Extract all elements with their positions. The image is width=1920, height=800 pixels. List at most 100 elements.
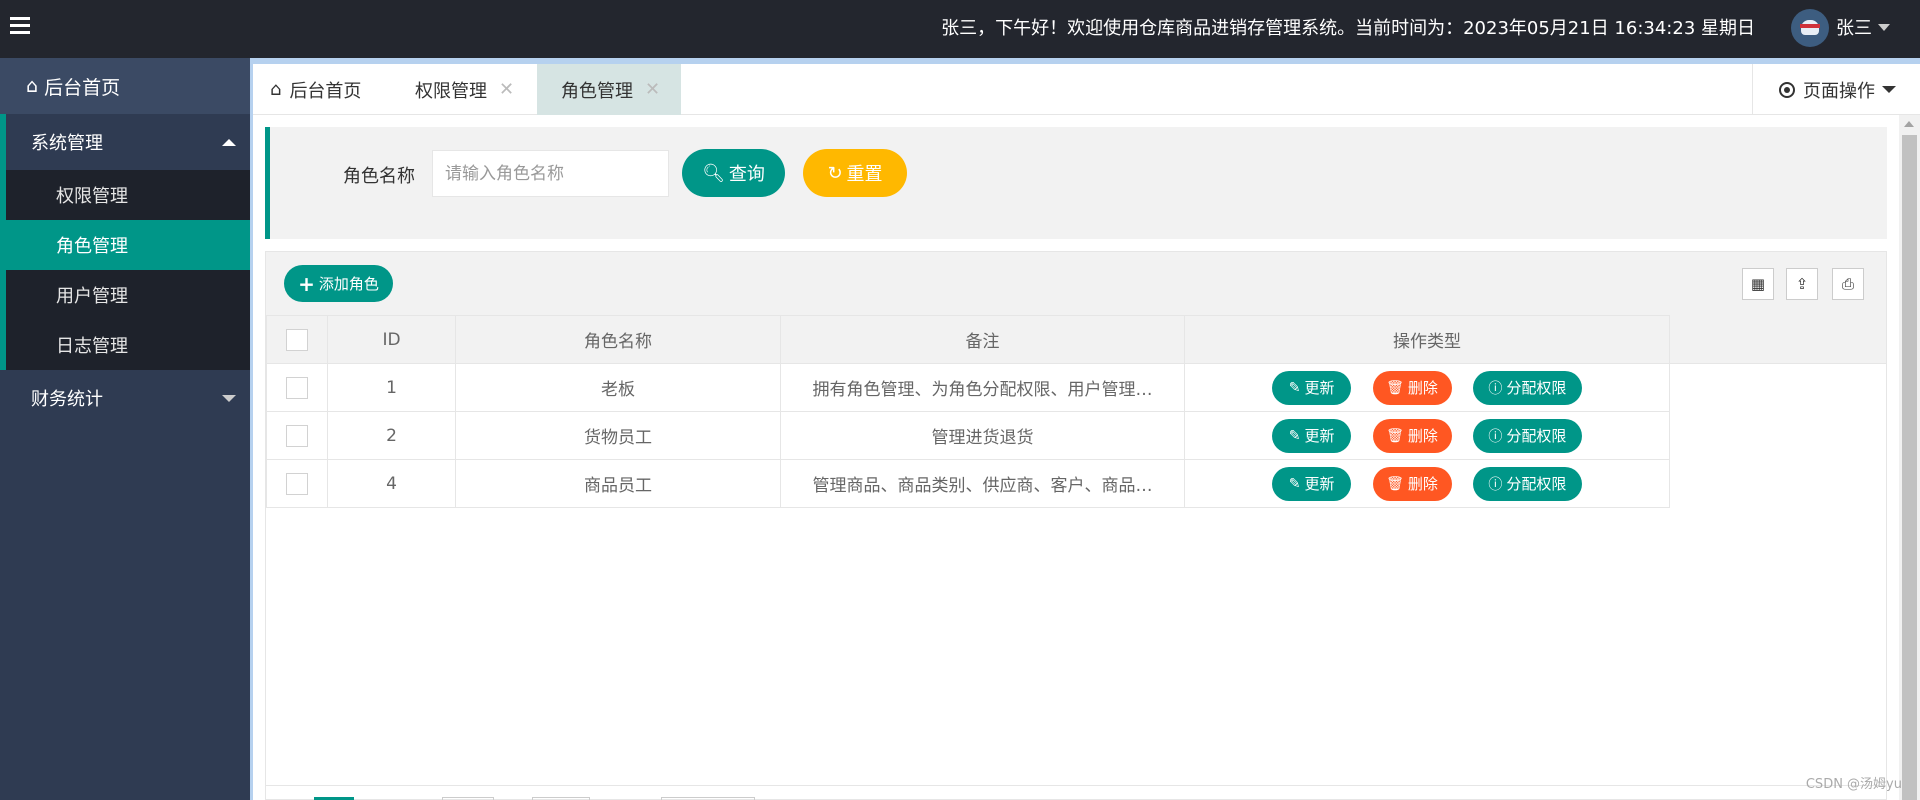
remark-cell: 管理进货退货 xyxy=(780,411,1185,460)
assign-permission-button[interactable]: ⓘ 分配权限 xyxy=(1472,466,1582,501)
add-role-button[interactable]: + 添加角色 xyxy=(284,265,393,302)
sidebar-item-permissions[interactable]: 权限管理 xyxy=(0,170,250,220)
sidebar-item-label: 用户管理 xyxy=(56,286,128,307)
role-name-label: 角色名称 xyxy=(343,166,415,187)
tab-label: 后台首页 xyxy=(289,80,362,102)
menu-toggle-icon[interactable] xyxy=(10,17,30,35)
pencil-icon: ✎ xyxy=(1288,427,1301,444)
chevron-down-icon xyxy=(1882,86,1896,93)
roles-table: ID 角色名称 备注 操作类型 1 老板 拥有角色管理、为角色分配权限、用户管理… xyxy=(266,315,1670,508)
tab-permissions[interactable]: 权限管理 ✕ xyxy=(415,64,514,115)
welcome-message: 张三，下午好！欢迎使用仓库商品进销存管理系统。当前时间为：2023年05月21日… xyxy=(941,18,1755,39)
assign-permission-button[interactable]: ⓘ 分配权限 xyxy=(1472,418,1582,453)
chevron-down-icon xyxy=(222,395,236,402)
info-icon: ⓘ xyxy=(1488,476,1503,493)
tab-label: 权限管理 xyxy=(415,80,487,102)
vertical-scrollbar[interactable] xyxy=(1899,115,1920,800)
assign-permission-label: 分配权限 xyxy=(1506,475,1567,493)
trash-icon: 🗑︎ xyxy=(1386,427,1404,444)
tab-bar: ⌂ 后台首页 权限管理 ✕ 角色管理 ✕ 页面操作 xyxy=(253,64,1920,115)
pagination-divider xyxy=(266,785,1886,786)
role-name-cell: 商品员工 xyxy=(455,459,781,508)
watermark: CSDN @汤姆yu xyxy=(1805,777,1902,792)
export-icon[interactable]: ⇪ xyxy=(1786,268,1818,300)
role-name-search-input[interactable] xyxy=(432,150,669,197)
sidebar-group-system[interactable]: 系统管理 xyxy=(0,114,250,170)
delete-button[interactable]: 🗑︎ 删除 xyxy=(1372,418,1452,453)
top-header: 张三，下午好！欢迎使用仓库商品进销存管理系统。当前时间为：2023年05月21日… xyxy=(0,0,1920,58)
pencil-icon: ✎ xyxy=(1288,379,1301,396)
scroll-up-arrow-icon[interactable] xyxy=(1904,121,1914,127)
avatar[interactable] xyxy=(1791,9,1829,47)
chevron-down-icon[interactable] xyxy=(1878,24,1890,31)
column-header[interactable]: ID xyxy=(327,315,456,364)
assign-permission-label: 分配权限 xyxy=(1506,379,1567,397)
update-button[interactable]: ✎ 更新 xyxy=(1272,370,1352,405)
columns-filter-icon[interactable]: ▦ xyxy=(1742,268,1774,300)
id-cell: 2 xyxy=(327,411,456,460)
sidebar-item-home[interactable]: ⌂ 后台首页 xyxy=(0,58,250,114)
table-panel: + 添加角色 ▦ ⇪ ⎙ ID 角色名称 备注 操作类型 1 老板 拥有角色管理… xyxy=(265,251,1887,800)
sidebar-group-label: 系统管理 xyxy=(31,133,103,154)
id-cell: 4 xyxy=(327,459,456,508)
table-row: 2 货物员工 管理进货退货 ✎ 更新 🗑︎ 删除 ⓘ 分配权限 xyxy=(266,411,1670,460)
delete-button[interactable]: 🗑︎ 删除 xyxy=(1372,466,1452,501)
info-icon: ⓘ xyxy=(1488,380,1503,397)
role-name-cell: 老板 xyxy=(455,363,781,412)
sidebar-group-label: 财务统计 xyxy=(31,389,103,410)
row-select-cell xyxy=(266,459,328,508)
table-row: 4 商品员工 管理商品、商品类别、供应商、客户、商品… ✎ 更新 🗑︎ 删除 ⓘ 分配… xyxy=(266,459,1670,508)
update-button[interactable]: ✎ 更新 xyxy=(1272,418,1352,453)
actions-cell: ✎ 更新 🗑︎ 删除 ⓘ 分配权限 xyxy=(1184,411,1670,460)
delete-label: 删除 xyxy=(1407,427,1438,445)
row-checkbox[interactable] xyxy=(286,376,308,399)
assign-permission-button[interactable]: ⓘ 分配权限 xyxy=(1472,370,1582,405)
select-all-checkbox[interactable] xyxy=(286,328,308,351)
target-icon xyxy=(1779,81,1795,98)
table-header-filler xyxy=(1669,315,1886,364)
plus-icon: + xyxy=(298,271,315,296)
table-header-row: ID 角色名称 备注 操作类型 xyxy=(266,315,1670,364)
search-panel: 角色名称 🔍︎ 查询 ↻ 重置 xyxy=(265,127,1887,239)
trash-icon: 🗑︎ xyxy=(1386,475,1404,492)
reset-button[interactable]: ↻ 重置 xyxy=(803,149,907,197)
sidebar-item-roles[interactable]: 角色管理 xyxy=(0,220,250,270)
tab-label: 角色管理 xyxy=(561,80,633,102)
close-icon[interactable]: ✕ xyxy=(645,79,660,100)
close-icon[interactable]: ✕ xyxy=(499,79,514,100)
sidebar-item-users[interactable]: 用户管理 xyxy=(0,270,250,320)
add-role-label: 添加角色 xyxy=(318,275,379,293)
update-label: 更新 xyxy=(1304,427,1335,445)
chevron-up-icon xyxy=(222,139,236,146)
tab-home[interactable]: ⌂ 后台首页 xyxy=(270,64,361,115)
scrollbar-thumb[interactable] xyxy=(1902,135,1917,800)
delete-label: 删除 xyxy=(1407,475,1438,493)
column-header[interactable]: 角色名称 xyxy=(455,315,781,364)
user-name[interactable]: 张三 xyxy=(1836,14,1872,40)
tab-roles[interactable]: 角色管理 ✕ xyxy=(537,64,681,115)
print-icon[interactable]: ⎙ xyxy=(1832,268,1864,300)
sidebar-item-label: 后台首页 xyxy=(44,76,121,99)
table-row: 1 老板 拥有角色管理、为角色分配权限、用户管理… ✎ 更新 🗑︎ 删除 ⓘ 分配权限 xyxy=(266,363,1670,412)
page-operations-menu[interactable]: 页面操作 xyxy=(1752,64,1920,115)
sidebar: ⌂ 后台首页 系统管理 权限管理 角色管理 用户管理 日志管理 财务统计 xyxy=(0,58,250,800)
query-button[interactable]: 🔍︎ 查询 xyxy=(682,149,785,197)
sidebar-item-label: 权限管理 xyxy=(56,186,128,207)
row-checkbox[interactable] xyxy=(286,472,308,495)
role-name-cell: 货物员工 xyxy=(455,411,781,460)
home-icon: ⌂ xyxy=(270,79,282,100)
trash-icon: 🗑︎ xyxy=(1386,379,1404,396)
row-checkbox[interactable] xyxy=(286,424,308,447)
actions-cell: ✎ 更新 🗑︎ 删除 ⓘ 分配权限 xyxy=(1184,363,1670,412)
update-label: 更新 xyxy=(1304,379,1335,397)
sidebar-item-logs[interactable]: 日志管理 xyxy=(0,320,250,370)
update-button[interactable]: ✎ 更新 xyxy=(1272,466,1352,501)
column-header[interactable]: 备注 xyxy=(780,315,1185,364)
sidebar-group-finance[interactable]: 财务统计 xyxy=(0,370,250,426)
search-icon: 🔍︎ xyxy=(702,162,725,184)
column-header[interactable]: 操作类型 xyxy=(1184,315,1670,364)
delete-button[interactable]: 🗑︎ 删除 xyxy=(1372,370,1452,405)
info-icon: ⓘ xyxy=(1488,428,1503,445)
id-cell: 1 xyxy=(327,363,456,412)
table-toolbar: + 添加角色 ▦ ⇪ ⎙ xyxy=(266,252,1886,315)
